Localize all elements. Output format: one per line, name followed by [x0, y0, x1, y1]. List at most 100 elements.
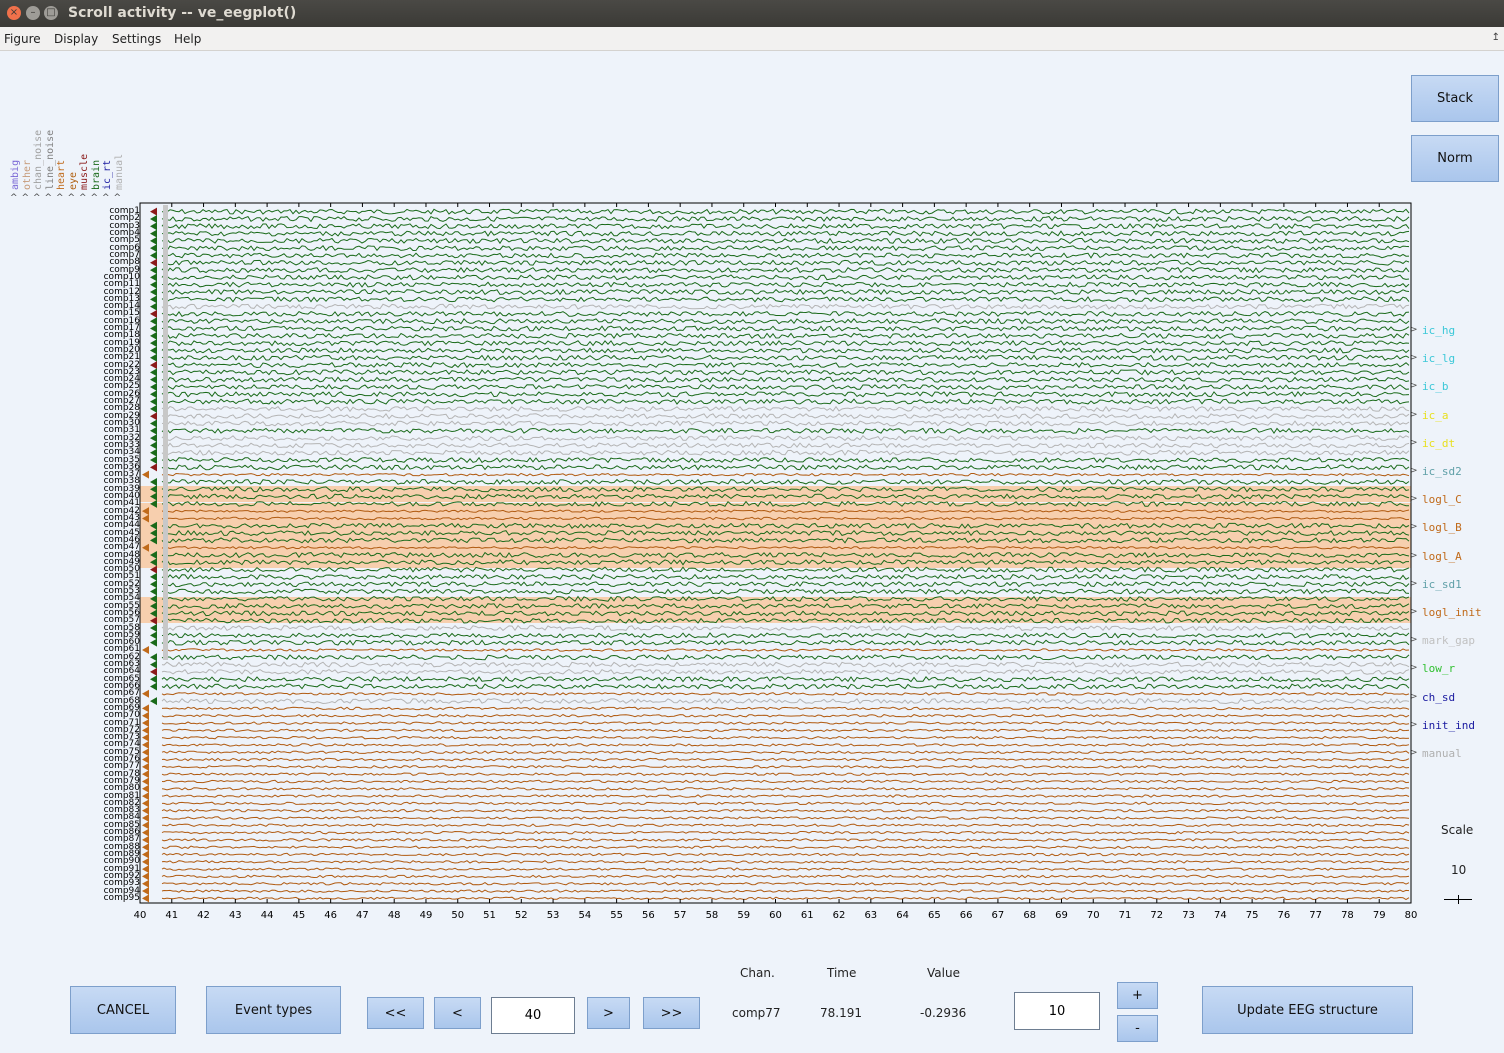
- channel-class-marker[interactable]: [150, 580, 157, 589]
- channel-class-marker[interactable]: [150, 463, 157, 472]
- cancel-button[interactable]: CANCEL: [70, 986, 176, 1034]
- first-page-button[interactable]: <<: [367, 997, 424, 1029]
- channel-class-marker[interactable]: [150, 207, 157, 216]
- channel-class-marker[interactable]: [150, 244, 157, 253]
- channel-class-marker[interactable]: [150, 258, 157, 267]
- channel-class-marker[interactable]: [142, 865, 149, 874]
- channel-trace[interactable]: [161, 588, 1410, 595]
- channel-trace[interactable]: [161, 581, 1410, 588]
- channel-trace[interactable]: [161, 325, 1410, 332]
- channel-trace[interactable]: [161, 816, 1410, 820]
- channel-trace[interactable]: [161, 728, 1410, 733]
- channel-class-marker[interactable]: [142, 792, 149, 801]
- channel-trace[interactable]: [161, 639, 1410, 646]
- channel-trace[interactable]: [161, 859, 1410, 864]
- channel-trace[interactable]: [161, 787, 1410, 791]
- channel-class-marker[interactable]: [150, 675, 157, 684]
- channel-class-marker[interactable]: [150, 331, 157, 340]
- update-eeg-structure-button[interactable]: Update EEG structure: [1202, 986, 1413, 1034]
- channel-trace[interactable]: [161, 266, 1410, 274]
- channel-trace[interactable]: [161, 472, 1410, 477]
- channel-trace[interactable]: [161, 412, 1410, 420]
- channel-class-marker[interactable]: [142, 887, 149, 896]
- channel-trace[interactable]: [161, 867, 1410, 871]
- channel-class-marker[interactable]: [150, 229, 157, 238]
- channel-class-marker[interactable]: [150, 280, 157, 289]
- increase-spacing-button[interactable]: +: [1117, 982, 1158, 1009]
- channel-trace[interactable]: [161, 743, 1410, 747]
- channel-class-marker[interactable]: [150, 434, 157, 443]
- channel-trace[interactable]: [161, 794, 1410, 798]
- channel-trace[interactable]: [161, 632, 1410, 639]
- channel-trace[interactable]: [161, 303, 1410, 310]
- channel-trace[interactable]: [161, 434, 1410, 442]
- channel-trace[interactable]: [161, 456, 1410, 464]
- channel-class-marker[interactable]: [150, 353, 157, 362]
- channel-class-marker[interactable]: [150, 426, 157, 435]
- channel-trace[interactable]: [161, 281, 1410, 288]
- channel-trace[interactable]: [161, 391, 1410, 398]
- channel-trace[interactable]: [161, 750, 1410, 754]
- channel-class-marker[interactable]: [142, 799, 149, 808]
- channel-class-marker[interactable]: [142, 704, 149, 713]
- channel-trace[interactable]: [161, 889, 1410, 893]
- channel-trace[interactable]: [161, 713, 1410, 718]
- channel-class-marker[interactable]: [150, 456, 157, 465]
- spacing-input[interactable]: [1014, 992, 1100, 1030]
- channel-class-marker[interactable]: [150, 419, 157, 428]
- channel-trace[interactable]: [161, 347, 1410, 354]
- channel-trace[interactable]: [161, 838, 1410, 842]
- channel-trace[interactable]: [161, 757, 1410, 762]
- channel-class-marker[interactable]: [150, 441, 157, 450]
- channel-class-marker[interactable]: [142, 828, 149, 837]
- channel-trace[interactable]: [161, 765, 1410, 769]
- channel-class-marker[interactable]: [150, 361, 157, 370]
- channel-trace[interactable]: [161, 808, 1410, 813]
- channel-trace[interactable]: [161, 668, 1410, 676]
- channel-trace[interactable]: [161, 464, 1410, 471]
- channel-class-marker[interactable]: [142, 879, 149, 888]
- channel-trace[interactable]: [161, 230, 1410, 237]
- channel-class-marker[interactable]: [150, 309, 157, 318]
- channel-class-marker[interactable]: [150, 339, 157, 348]
- channel-trace[interactable]: [161, 259, 1410, 266]
- channel-trace[interactable]: [161, 398, 1410, 405]
- position-input[interactable]: [491, 997, 575, 1034]
- channel-class-marker[interactable]: [150, 390, 157, 399]
- channel-class-marker[interactable]: [142, 806, 149, 815]
- channel-class-marker[interactable]: [142, 689, 149, 698]
- channel-trace[interactable]: [161, 478, 1410, 486]
- channel-trace[interactable]: [161, 881, 1410, 886]
- channel-trace[interactable]: [161, 442, 1410, 449]
- channel-class-marker[interactable]: [150, 653, 157, 662]
- channel-trace[interactable]: [161, 274, 1410, 281]
- channel-trace[interactable]: [161, 573, 1410, 581]
- channel-class-marker[interactable]: [150, 302, 157, 311]
- channel-class-marker[interactable]: [142, 711, 149, 720]
- channel-trace[interactable]: [161, 420, 1410, 427]
- channel-trace[interactable]: [161, 735, 1410, 740]
- prev-page-button[interactable]: <: [434, 997, 481, 1029]
- channel-class-marker[interactable]: [150, 375, 157, 384]
- channel-class-marker[interactable]: [142, 894, 149, 903]
- channel-trace[interactable]: [161, 779, 1410, 784]
- channel-trace[interactable]: [161, 772, 1410, 776]
- channel-class-marker[interactable]: [142, 470, 149, 479]
- channel-class-marker[interactable]: [150, 638, 157, 647]
- channel-trace[interactable]: [161, 369, 1410, 376]
- channel-class-marker[interactable]: [142, 821, 149, 830]
- channel-class-marker[interactable]: [142, 835, 149, 844]
- channel-trace[interactable]: [161, 830, 1410, 835]
- channel-trace[interactable]: [161, 449, 1410, 456]
- next-page-button[interactable]: >: [587, 997, 630, 1029]
- channel-trace[interactable]: [161, 648, 1410, 652]
- channel-class-marker[interactable]: [150, 222, 157, 231]
- channel-trace[interactable]: [161, 237, 1410, 245]
- channel-class-marker[interactable]: [150, 697, 157, 706]
- channel-trace[interactable]: [161, 252, 1410, 259]
- channel-trace[interactable]: [162, 801, 1410, 806]
- channel-class-marker[interactable]: [150, 368, 157, 377]
- channel-class-marker[interactable]: [150, 266, 157, 275]
- channel-trace[interactable]: [161, 661, 1410, 668]
- channel-class-marker[interactable]: [142, 755, 149, 764]
